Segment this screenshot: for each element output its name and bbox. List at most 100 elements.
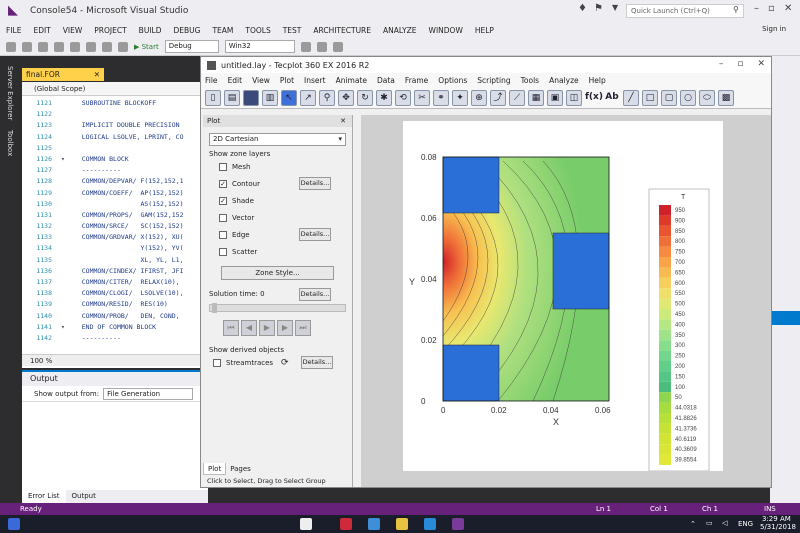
- geometry-icon[interactable]: ◫: [566, 89, 582, 106]
- contour-plot[interactable]: 0 0.02 0.04 0.06 0.08 Y 0 0.02 0.04 0.06…: [403, 121, 723, 472]
- contour-add-icon[interactable]: ⚭: [433, 89, 449, 106]
- fold-marker[interactable]: [56, 188, 70, 199]
- fold-marker[interactable]: [56, 199, 70, 210]
- notifications-icon[interactable]: ♦: [578, 3, 587, 14]
- fold-marker[interactable]: [56, 333, 70, 344]
- edge-checkbox[interactable]: [219, 230, 227, 239]
- fold-marker[interactable]: [56, 232, 70, 243]
- code-line[interactable]: 1126 ▾ COMMON BLOCK: [22, 154, 208, 165]
- solution-time-slider[interactable]: [209, 303, 346, 313]
- probe-icon[interactable]: ✱: [376, 89, 392, 106]
- tab-output[interactable]: Output: [66, 490, 102, 503]
- start-debug-button[interactable]: ▶ Start: [134, 43, 159, 51]
- fold-marker[interactable]: [56, 176, 70, 187]
- code-text[interactable]: COMMON/SRCE/ SC(152,152): [70, 221, 184, 232]
- network-icon[interactable]: ▭: [706, 519, 713, 527]
- fold-marker[interactable]: [56, 210, 70, 221]
- menu-window[interactable]: WINDOW: [429, 26, 463, 35]
- fold-marker[interactable]: [56, 288, 70, 299]
- image-icon[interactable]: ▣: [547, 89, 563, 106]
- code-line[interactable]: 1122: [22, 109, 208, 120]
- feedback-flag-icon[interactable]: ⚑: [594, 3, 603, 14]
- visual-studio-taskbar-icon[interactable]: [452, 518, 464, 530]
- fold-marker[interactable]: [56, 165, 70, 176]
- code-line[interactable]: 1131 COMMON/PROPS/ GAM(152,152: [22, 210, 208, 221]
- edge-details-button[interactable]: Details...: [299, 228, 331, 241]
- tp-menu-help[interactable]: Help: [589, 76, 606, 85]
- shade-checkbox[interactable]: ✓: [219, 196, 227, 205]
- workspace-icon[interactable]: ▩: [718, 89, 734, 106]
- menu-build[interactable]: BUILD: [139, 26, 162, 35]
- code-text[interactable]: LOGICAL LSOLVE, LPRINT, CO: [70, 132, 184, 143]
- select-arrow-icon[interactable]: ↖: [281, 89, 297, 106]
- output-source-select[interactable]: File Generation: [103, 387, 194, 400]
- code-line[interactable]: 1127 ----------: [22, 165, 208, 176]
- slider-thumb[interactable]: [212, 303, 217, 313]
- toolbar-icon[interactable]: [300, 41, 311, 52]
- code-text[interactable]: COMMON/CINDEX/ IFIRST, JFI: [70, 266, 184, 277]
- close-tab-icon[interactable]: ✕: [94, 68, 100, 81]
- code-line[interactable]: 1124 LOGICAL LSOLVE, LPRINT, CO: [22, 132, 208, 143]
- square-tool-icon[interactable]: ▢: [661, 89, 677, 106]
- open-layout-icon[interactable]: ▤: [224, 89, 240, 106]
- maximize-button[interactable]: ▫: [768, 3, 775, 14]
- zone-style-button[interactable]: Zone Style...: [221, 266, 334, 280]
- close-button[interactable]: ✕: [784, 3, 792, 14]
- streamtraces-details-button[interactable]: Details...: [301, 356, 333, 369]
- code-line[interactable]: 1133 COMMON/GRDVAR/ X(152), XU(: [22, 232, 208, 243]
- tp-menu-edit[interactable]: Edit: [228, 76, 243, 85]
- forward-icon[interactable]: [22, 41, 32, 52]
- code-lines[interactable]: 1121 SUBROUTINE BLOCKOFF 1122 1123 IMPLICI…: [22, 98, 208, 344]
- search-icon[interactable]: ⚲: [733, 5, 739, 14]
- plot-canvas[interactable]: 0 0.02 0.04 0.06 0.08 Y 0 0.02 0.04 0.06…: [361, 115, 771, 487]
- fold-marker[interactable]: ▾: [56, 154, 70, 165]
- tab-plot[interactable]: Plot: [203, 463, 227, 475]
- input-language[interactable]: ENG: [738, 520, 753, 528]
- tp-menu-insert[interactable]: Insert: [304, 76, 326, 85]
- code-text[interactable]: COMMON/RESID/ RES(10): [70, 299, 168, 310]
- tp-menu-plot[interactable]: Plot: [280, 76, 294, 85]
- fold-marker[interactable]: [56, 243, 70, 254]
- undo-icon[interactable]: [102, 41, 112, 52]
- translate-icon[interactable]: ✥: [338, 89, 354, 106]
- solution-details-button[interactable]: Details...: [299, 288, 331, 301]
- code-line[interactable]: 1136 COMMON/CINDEX/ IFIRST, JFI: [22, 266, 208, 277]
- menu-analyze[interactable]: ANALYZE: [383, 26, 417, 35]
- configuration-select[interactable]: Debug: [164, 40, 219, 53]
- tp-menu-file[interactable]: File: [205, 76, 218, 85]
- code-line[interactable]: 1128 COMMON/DEPVAR/ F(152,152,1: [22, 176, 208, 187]
- circle-tool-icon[interactable]: ○: [680, 89, 696, 106]
- tp-menu-animate[interactable]: Animate: [336, 76, 367, 85]
- last-frame-icon[interactable]: ⏭: [295, 320, 311, 336]
- cursor-mode-icon[interactable]: ⊕: [471, 89, 487, 106]
- code-text[interactable]: SUBROUTINE BLOCKOFF: [70, 98, 156, 109]
- tab-pages[interactable]: Pages: [226, 463, 255, 475]
- equation-icon[interactable]: f(x): [585, 90, 603, 106]
- code-line[interactable]: 1141 ▾ END OF COMMON BLOCK: [22, 322, 208, 333]
- platform-select[interactable]: Win32: [224, 40, 295, 53]
- code-line[interactable]: 1132 COMMON/SRCE/ SC(152,152): [22, 221, 208, 232]
- print-icon[interactable]: ▥: [262, 89, 278, 106]
- arrow-icon[interactable]: ⤴: [490, 89, 506, 106]
- code-text[interactable]: Y(152), YV(: [70, 243, 183, 254]
- menu-project[interactable]: PROJECT: [94, 26, 126, 35]
- fold-marker[interactable]: [56, 221, 70, 232]
- zoom-icon[interactable]: ⚲: [319, 89, 335, 106]
- tecplot-close-button[interactable]: ✕: [757, 59, 765, 69]
- streamtrace-icon[interactable]: ✦: [452, 89, 468, 106]
- contour-checkbox[interactable]: ✓: [219, 179, 227, 188]
- fold-marker[interactable]: [56, 255, 70, 266]
- open-file-icon[interactable]: [54, 41, 64, 52]
- chart-icon[interactable]: ▦: [528, 89, 544, 106]
- code-line[interactable]: 1142 ----------: [22, 333, 208, 344]
- quick-launch-input[interactable]: Quick Launch (Ctrl+Q): [626, 4, 744, 18]
- menu-architecture[interactable]: ARCHITECTURE: [313, 26, 371, 35]
- minimize-button[interactable]: –: [754, 3, 759, 14]
- menu-view[interactable]: VIEW: [63, 26, 83, 35]
- fold-marker[interactable]: [56, 277, 70, 288]
- redo-icon[interactable]: [118, 41, 128, 52]
- rotate-icon[interactable]: ↻: [357, 89, 373, 106]
- toolbox-tab[interactable]: Toolbox: [6, 130, 14, 156]
- code-text[interactable]: IMPLICIT DOUBLE PRECISION: [70, 120, 180, 131]
- adjustor-icon[interactable]: ↗: [300, 89, 316, 106]
